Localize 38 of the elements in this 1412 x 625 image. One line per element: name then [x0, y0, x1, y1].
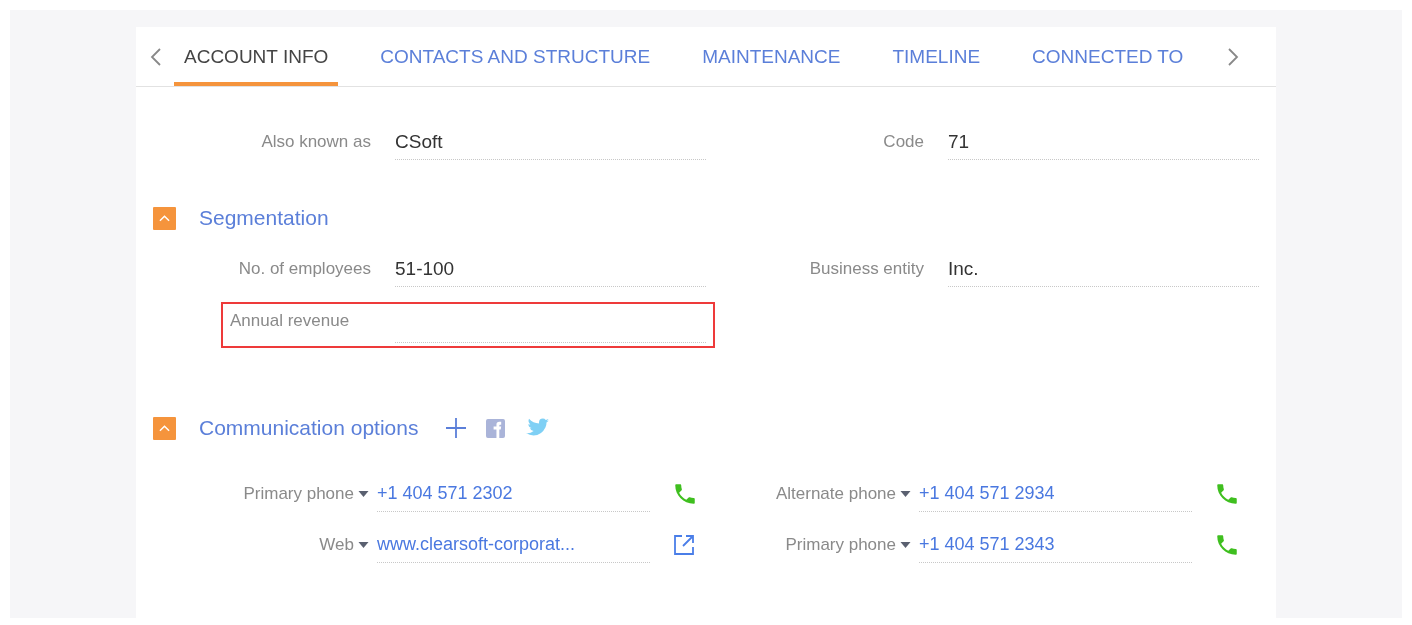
input-field[interactable]: 71 [948, 124, 1259, 160]
input-field[interactable]: +1 404 571 2934 [919, 475, 1192, 512]
collapse-button[interactable] [153, 416, 176, 440]
input-field[interactable]: www.clearsoft-corporat... [377, 526, 650, 563]
field-label: Annual revenue [230, 311, 350, 331]
tab[interactable]: CONNECTED TO [1022, 27, 1194, 86]
tab[interactable]: ACCOUNT INFO [174, 27, 339, 86]
tab[interactable]: TIMELINE [882, 27, 991, 86]
field-label: No. of employees [237, 259, 371, 279]
input-field[interactable]: +1 404 571 2343 [919, 526, 1192, 563]
field-label: Also known as [260, 132, 371, 152]
section-title[interactable]: Communication options [199, 416, 419, 440]
external-link-icon[interactable] [672, 532, 696, 557]
caret-icon[interactable] [900, 541, 911, 548]
caret-icon[interactable] [358, 490, 369, 497]
type-dropdown[interactable]: Alternate phone [706, 483, 911, 504]
type-dropdown[interactable]: Primary phone [706, 534, 911, 555]
type-dropdown[interactable]: Primary phone [136, 483, 369, 504]
tab[interactable]: CONTACTS AND STRUCTURE [370, 27, 661, 86]
section-title[interactable]: Segmentation [199, 206, 329, 230]
field-label: Business entity [808, 259, 924, 279]
caret-icon[interactable] [900, 490, 911, 497]
chevron-icon[interactable] [159, 214, 170, 222]
caret-icon[interactable] [358, 541, 369, 548]
chevron-right-icon[interactable] [1227, 46, 1240, 67]
input-field[interactable]: Inc. [948, 251, 1259, 287]
field-label: Code [882, 132, 924, 152]
chevron-icon[interactable] [159, 424, 170, 432]
chevron-left-icon[interactable] [150, 46, 162, 67]
input-field[interactable]: CSoft [395, 124, 706, 160]
input-field[interactable]: 51-100 [395, 251, 706, 287]
facebook-icon[interactable] [486, 418, 506, 438]
bird-icon[interactable] [525, 418, 550, 438]
input-field[interactable]: +1 404 571 2302 [377, 475, 650, 512]
type-dropdown[interactable]: Web [136, 534, 369, 555]
add-icon[interactable] [446, 418, 467, 438]
collapse-button[interactable] [153, 206, 176, 230]
tab[interactable]: MAINTENANCE [692, 27, 851, 86]
